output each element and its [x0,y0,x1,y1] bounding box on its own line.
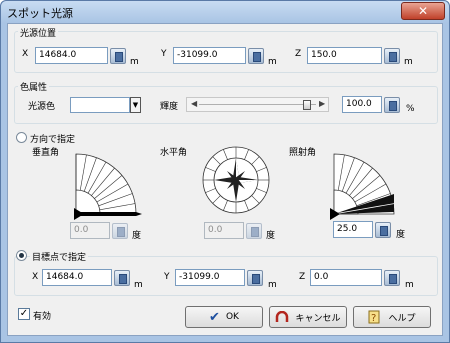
brightness-label: 輝度 [160,102,179,112]
dialog-window: スポット光源 ✕ 光源位置 X 14684.0 m Y -31099.0 m Z… [0,0,450,343]
calculator-icon[interactable] [110,48,126,64]
calculator-icon[interactable] [384,48,400,64]
brightness-slider[interactable]: ◀ ▶ [186,97,329,112]
ok-button-label: OK [225,312,239,322]
calculator-icon[interactable] [112,223,128,239]
target-x-label: X [32,272,39,282]
undo-icon [276,311,289,322]
target-z-unit: m [405,280,414,290]
vertical-angle-unit: 度 [132,231,142,241]
target-z-field[interactable]: 0.0 [310,269,382,286]
slider-track [199,104,316,105]
enabled-label[interactable]: 有効 [33,309,51,322]
target-y-label: Y [164,272,170,282]
position-x-field[interactable]: 14684.0 [35,47,108,64]
light-position-title: 光源位置 [18,26,59,39]
light-color-label: 光源色 [28,102,56,112]
beam-angle-dial[interactable] [328,150,404,220]
target-y-unit: m [268,280,277,290]
position-x-unit: m [130,57,139,67]
light-color-swatch[interactable] [70,97,130,113]
brightness-field[interactable]: 100.0 [342,96,382,113]
help-button[interactable]: ? ヘルプ [353,306,431,328]
window-title: スポット光源 [7,7,73,20]
vertical-angle-dial[interactable] [72,150,148,220]
beam-angle-field[interactable]: 25.0 [333,221,373,238]
calculator-icon[interactable] [248,48,264,64]
cancel-button-label: キャンセル [295,313,341,324]
dialog-client-area: 光源位置 X 14684.0 m Y -31099.0 m Z 150.0 m … [7,23,443,336]
target-point-radio[interactable] [16,250,27,261]
chevron-right-icon: ▶ [319,99,326,108]
help-button-label: ヘルプ [388,313,416,324]
position-y-field[interactable]: -31099.0 [173,47,246,64]
calculator-icon[interactable] [384,270,400,286]
chevron-left-icon: ◀ [191,99,198,108]
direction-radio-label[interactable]: 方向で指定 [30,132,75,145]
target-x-field[interactable]: 14684.0 [42,269,112,286]
enabled-checkbox[interactable]: ✓ [18,308,30,320]
slider-thumb[interactable] [302,100,311,110]
beam-angle-label: 照射角 [289,148,317,158]
close-button[interactable]: ✕ [401,2,445,20]
vertical-angle-label: 垂直角 [32,148,60,158]
help-icon: ? [368,310,380,324]
cancel-button[interactable]: キャンセル [269,306,347,328]
calculator-icon[interactable] [247,270,263,286]
horizontal-angle-field[interactable]: 0.0 [204,222,244,239]
direction-radio[interactable] [16,132,27,143]
calculator-icon[interactable] [246,223,262,239]
compass-icon[interactable] [201,145,271,215]
checkmark-icon: ✔ [209,309,220,325]
position-z-unit: m [404,57,413,67]
target-y-field[interactable]: -31099.0 [175,269,245,286]
target-point-radio-label[interactable]: 目標点で指定 [30,250,89,263]
target-z-label: Z [299,272,306,282]
color-attributes-title: 色属性 [18,80,50,93]
horizontal-angle-label: 水平角 [160,148,188,158]
position-z-label: Z [295,49,302,59]
position-x-label: X [22,49,29,59]
position-z-field[interactable]: 150.0 [307,47,382,64]
horizontal-angle-unit: 度 [266,231,276,241]
position-y-unit: m [268,57,277,67]
title-bar[interactable]: スポット光源 ✕ [1,1,449,23]
calculator-icon[interactable] [114,270,130,286]
beam-angle-unit: 度 [396,230,406,240]
vertical-angle-field[interactable]: 0.0 [70,222,110,239]
calculator-icon[interactable] [384,97,400,113]
calculator-icon[interactable] [375,222,391,238]
chevron-down-icon[interactable]: ▼ [130,97,141,113]
position-y-label: Y [161,49,167,59]
target-x-unit: m [134,280,143,290]
svg-text:?: ? [371,313,376,324]
ok-button[interactable]: ✔ OK [185,306,263,328]
brightness-unit: % [406,104,415,114]
